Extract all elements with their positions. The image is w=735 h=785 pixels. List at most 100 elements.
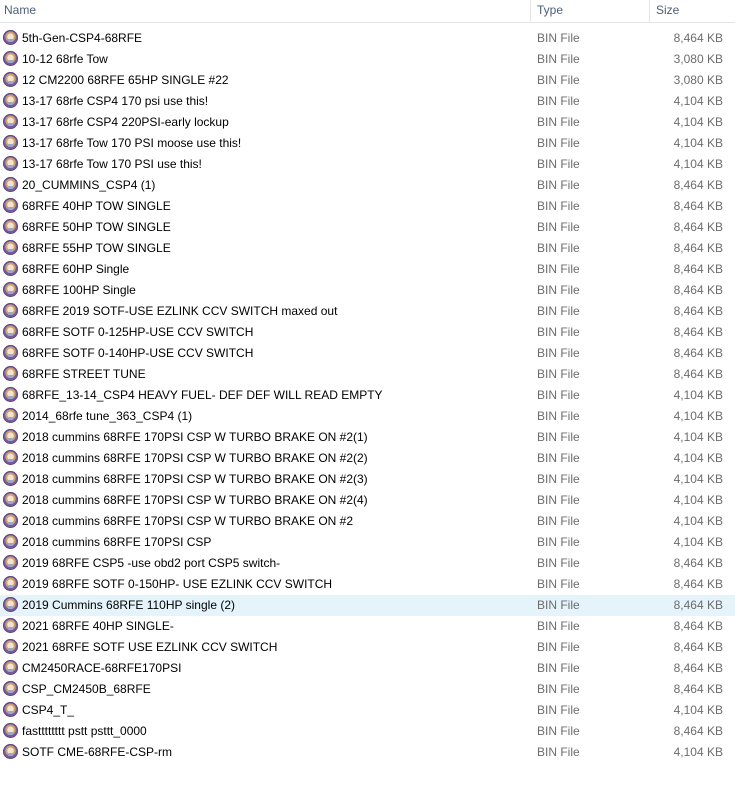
file-size: 8,464 KB bbox=[673, 325, 723, 339]
file-name: SOTF CME-68RFE-CSP-rm bbox=[22, 745, 172, 759]
file-name: 68RFE 55HP TOW SINGLE bbox=[22, 241, 171, 255]
bin-file-icon bbox=[3, 261, 18, 276]
file-name: CM2450RACE-68RFE170PSI bbox=[22, 661, 182, 675]
file-row[interactable]: 10-12 68rfe Tow BIN File 3,080 KB bbox=[0, 49, 735, 70]
file-row[interactable]: 2018 cummins 68RFE 170PSI CSP W TURBO BR… bbox=[0, 490, 735, 511]
file-name: 68RFE 60HP Single bbox=[22, 262, 130, 276]
file-row[interactable]: 2021 68RFE 40HP SINGLE- BIN File 8,464 KB bbox=[0, 616, 735, 637]
file-row[interactable]: 2019 Cummins 68RFE 110HP single (2) BIN F… bbox=[0, 595, 735, 616]
file-row[interactable]: 2018 cummins 68RFE 170PSI CSP W TURBO BR… bbox=[0, 469, 735, 490]
file-name: 2021 68RFE 40HP SINGLE- bbox=[22, 619, 174, 633]
file-size: 4,104 KB bbox=[673, 409, 723, 423]
file-row[interactable]: 68RFE 60HP Single BIN File 8,464 KB bbox=[0, 259, 735, 280]
file-row[interactable]: 2019 68RFE SOTF 0-150HP- USE EZLINK CCV … bbox=[0, 574, 735, 595]
file-size: 8,464 KB bbox=[673, 199, 723, 213]
bin-file-icon bbox=[3, 345, 18, 360]
file-type: BIN File bbox=[537, 346, 580, 360]
file-row[interactable]: 2014_68rfe tune_363_CSP4 (1) BIN File 4,10… bbox=[0, 406, 735, 427]
file-row[interactable]: 13-17 68rfe Tow 170 PSI moose use this! B… bbox=[0, 133, 735, 154]
file-row[interactable]: 5th-Gen-CSP4-68RFE BIN File 8,464 KB bbox=[0, 28, 735, 49]
file-type: BIN File bbox=[537, 493, 580, 507]
file-row[interactable]: 20_CUMMINS_CSP4 (1) BIN File 8,464 KB bbox=[0, 175, 735, 196]
file-row[interactable]: 68RFE 40HP TOW SINGLE BIN File 8,464 KB bbox=[0, 196, 735, 217]
file-type: BIN File bbox=[537, 94, 580, 108]
file-name: 68RFE 100HP Single bbox=[22, 283, 136, 297]
file-row[interactable]: 68RFE STREET TUNE BIN File 8,464 KB bbox=[0, 364, 735, 385]
file-type: BIN File bbox=[537, 619, 580, 633]
bin-file-icon bbox=[3, 303, 18, 318]
bin-file-icon bbox=[3, 408, 18, 423]
file-name: 2018 cummins 68RFE 170PSI CSP W TURBO BR… bbox=[22, 493, 368, 507]
file-type: BIN File bbox=[537, 199, 580, 213]
file-size: 8,464 KB bbox=[673, 556, 723, 570]
file-size: 8,464 KB bbox=[673, 619, 723, 633]
column-divider[interactable] bbox=[530, 0, 531, 22]
column-header-size[interactable]: Size bbox=[656, 0, 732, 22]
file-size: 4,104 KB bbox=[673, 535, 723, 549]
file-size: 4,104 KB bbox=[673, 451, 723, 465]
file-row[interactable]: 68RFE SOTF 0-140HP-USE CCV SWITCH BIN Fil… bbox=[0, 343, 735, 364]
bin-file-icon bbox=[3, 240, 18, 255]
file-name: 2014_68rfe tune_363_CSP4 (1) bbox=[22, 409, 193, 423]
file-type: BIN File bbox=[537, 157, 580, 171]
file-row[interactable]: 68RFE_13-14_CSP4 HEAVY FUEL- DEF DEF WIL… bbox=[0, 385, 735, 406]
file-size: 4,104 KB bbox=[673, 703, 723, 717]
bin-file-icon bbox=[3, 198, 18, 213]
file-size: 8,464 KB bbox=[673, 661, 723, 675]
file-row[interactable]: 2018 cummins 68RFE 170PSI CSP W TURBO BR… bbox=[0, 448, 735, 469]
file-row[interactable]: fastttttttt pstt psttt_0000 BIN File 8,464… bbox=[0, 721, 735, 742]
bin-file-icon bbox=[3, 513, 18, 528]
file-type: BIN File bbox=[537, 136, 580, 150]
file-row[interactable]: 13-17 68rfe CSP4 220PSI-early lockup BIN … bbox=[0, 112, 735, 133]
file-row[interactable]: 68RFE 100HP Single BIN File 8,464 KB bbox=[0, 280, 735, 301]
file-type: BIN File bbox=[537, 703, 580, 717]
file-name: 13-17 68rfe Tow 170 PSI use this! bbox=[22, 157, 202, 171]
file-size: 4,104 KB bbox=[673, 472, 723, 486]
file-type: BIN File bbox=[537, 598, 580, 612]
file-row[interactable]: 68RFE 55HP TOW SINGLE BIN File 8,464 KB bbox=[0, 238, 735, 259]
file-row[interactable]: 68RFE 50HP TOW SINGLE BIN File 8,464 KB bbox=[0, 217, 735, 238]
file-row[interactable]: CM2450RACE-68RFE170PSI BIN File 8,464 KB bbox=[0, 658, 735, 679]
file-row[interactable]: 13-17 68rfe Tow 170 PSI use this! BIN Fil… bbox=[0, 154, 735, 175]
column-divider[interactable] bbox=[649, 0, 650, 22]
bin-file-icon bbox=[3, 576, 18, 591]
file-name: 68RFE SOTF 0-125HP-USE CCV SWITCH bbox=[22, 325, 254, 339]
column-header-name[interactable]: Name bbox=[4, 0, 524, 22]
file-row[interactable]: 2018 cummins 68RFE 170PSI CSP W TURBO BR… bbox=[0, 427, 735, 448]
file-row[interactable]: CSP4_T_ BIN File 4,104 KB bbox=[0, 700, 735, 721]
file-size: 4,104 KB bbox=[673, 136, 723, 150]
file-row[interactable]: 2018 cummins 68RFE 170PSI CSP BIN File 4,1… bbox=[0, 532, 735, 553]
file-type: BIN File bbox=[537, 31, 580, 45]
file-row[interactable]: 2021 68RFE SOTF USE EZLINK CCV SWITCH BIN… bbox=[0, 637, 735, 658]
file-row[interactable]: 2019 68RFE CSP5 -use obd2 port CSP5 swit… bbox=[0, 553, 735, 574]
bin-file-icon bbox=[3, 219, 18, 234]
file-type: BIN File bbox=[537, 388, 580, 402]
bin-file-icon bbox=[3, 639, 18, 654]
file-name: 5th-Gen-CSP4-68RFE bbox=[22, 31, 143, 45]
file-size: 8,464 KB bbox=[673, 346, 723, 360]
file-row[interactable]: CSP_CM2450B_68RFE BIN File 8,464 KB bbox=[0, 679, 735, 700]
file-name: 68RFE_13-14_CSP4 HEAVY FUEL- DEF DEF WIL… bbox=[22, 388, 383, 402]
file-row[interactable]: SOTF CME-68RFE-CSP-rm BIN File 4,104 KB bbox=[0, 742, 735, 763]
file-row[interactable]: 68RFE 2019 SOTF-USE EZLINK CCV SWITCH ma… bbox=[0, 301, 735, 322]
file-name: 13-17 68rfe CSP4 170 psi use this! bbox=[22, 94, 209, 108]
file-row[interactable]: 68RFE SOTF 0-125HP-USE CCV SWITCH BIN Fil… bbox=[0, 322, 735, 343]
file-size: 8,464 KB bbox=[673, 640, 723, 654]
file-size: 4,104 KB bbox=[673, 514, 723, 528]
file-row[interactable]: 2018 cummins 68RFE 170PSI CSP W TURBO BR… bbox=[0, 511, 735, 532]
file-row[interactable]: 13-17 68rfe CSP4 170 psi use this! BIN Fi… bbox=[0, 91, 735, 112]
bin-file-icon bbox=[3, 156, 18, 171]
file-type: BIN File bbox=[537, 430, 580, 444]
file-name: 2019 68RFE SOTF 0-150HP- USE EZLINK CCV … bbox=[22, 577, 333, 591]
bin-file-icon bbox=[3, 744, 18, 759]
file-size: 8,464 KB bbox=[673, 304, 723, 318]
bin-file-icon bbox=[3, 450, 18, 465]
file-row[interactable]: 12 CM2200 68RFE 65HP SINGLE #22 BIN File 3… bbox=[0, 70, 735, 91]
file-type: BIN File bbox=[537, 682, 580, 696]
column-header-type[interactable]: Type bbox=[537, 0, 647, 22]
bin-file-icon bbox=[3, 324, 18, 339]
file-name: CSP_CM2450B_68RFE bbox=[22, 682, 151, 696]
bin-file-icon bbox=[3, 723, 18, 738]
file-type: BIN File bbox=[537, 640, 580, 654]
file-size: 8,464 KB bbox=[673, 220, 723, 234]
